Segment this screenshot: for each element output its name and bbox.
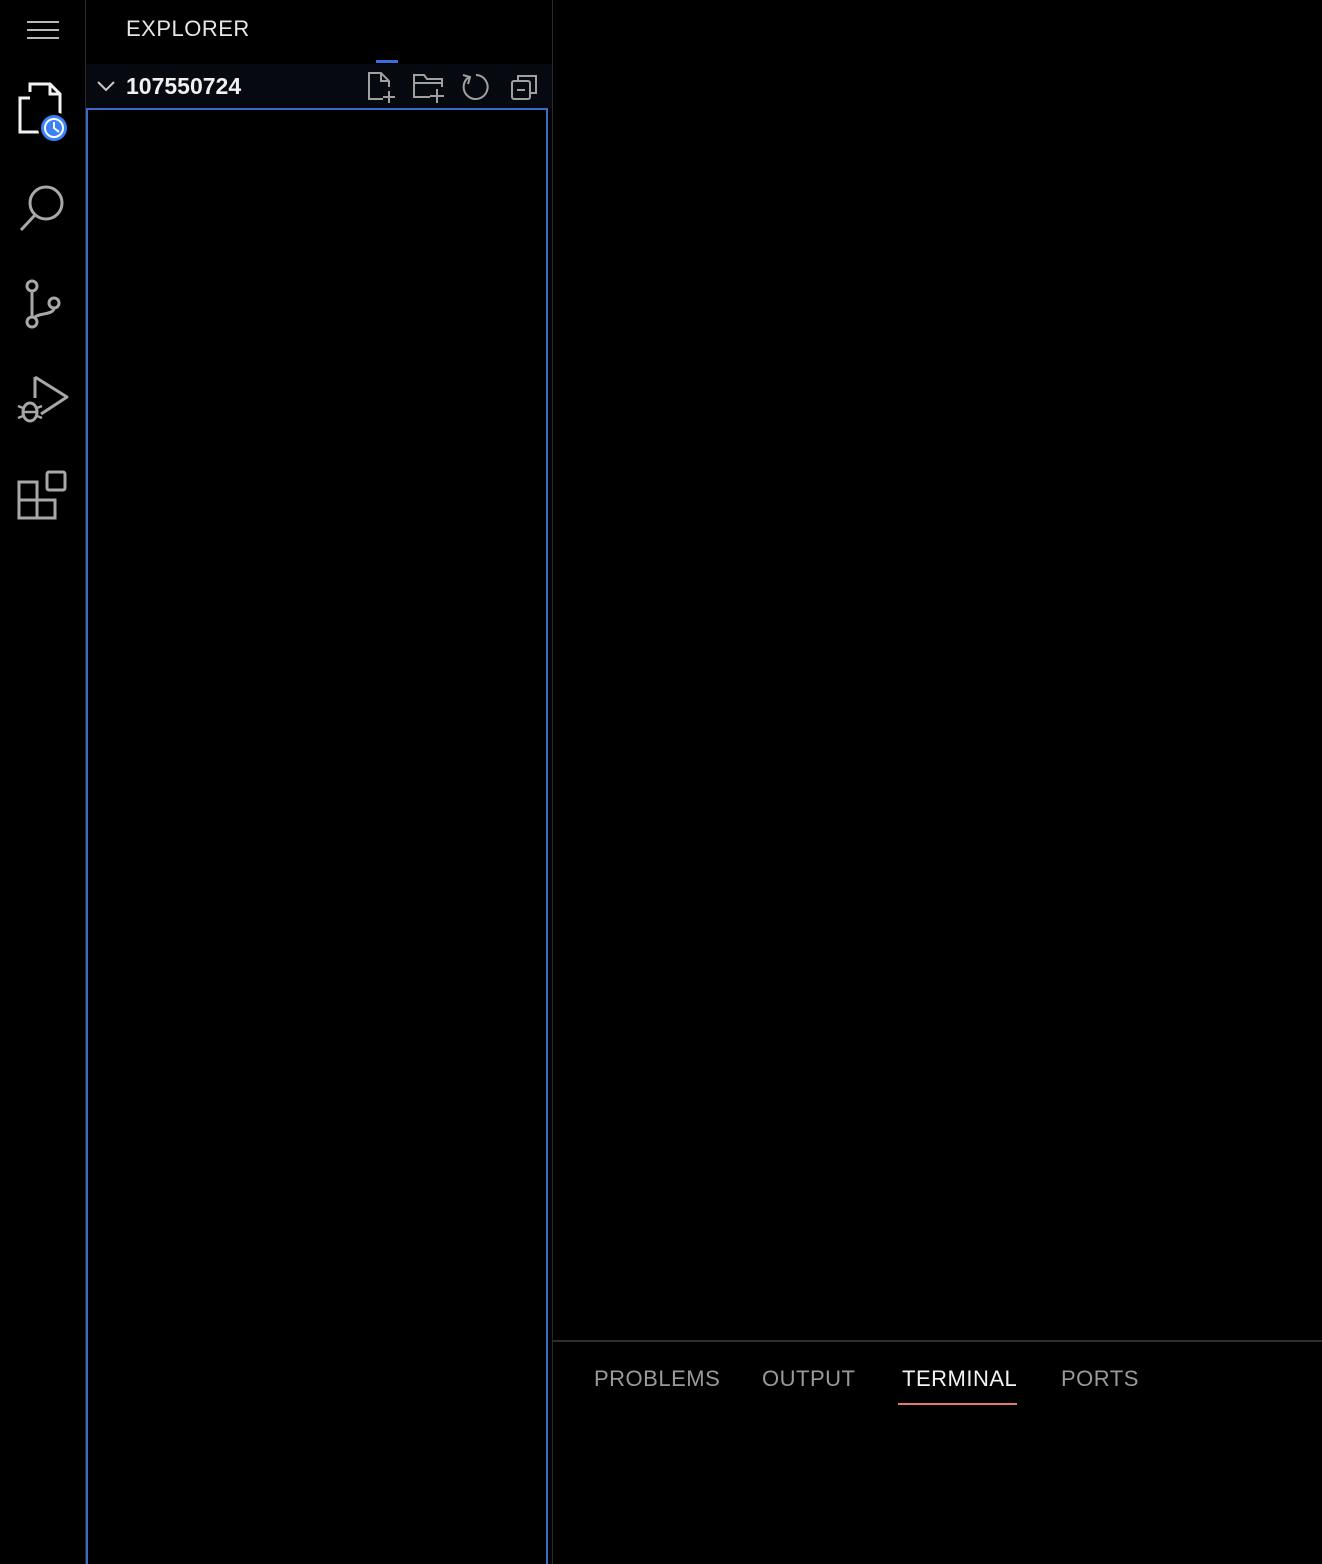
run-debug-icon <box>17 375 68 423</box>
tab-output[interactable]: OUTPUT <box>762 1366 855 1404</box>
active-tab-indicator <box>898 1403 1017 1405</box>
menu-button[interactable] <box>0 0 85 60</box>
folder-section-header[interactable]: 107550724 <box>86 64 552 108</box>
tab-ports[interactable]: PORTS <box>1061 1366 1139 1404</box>
tab-terminal[interactable]: TERMINAL <box>902 1366 1017 1404</box>
sidebar-title: EXPLORER <box>126 16 250 41</box>
refresh-icon <box>462 74 489 100</box>
chevron-down-icon[interactable] <box>96 76 116 96</box>
new-file-button[interactable] <box>364 70 398 104</box>
search-icon <box>19 185 63 232</box>
new-file-icon <box>368 72 395 103</box>
activity-source-control[interactable] <box>0 264 85 344</box>
file-tree[interactable] <box>86 108 548 1564</box>
extensions-icon <box>17 470 66 520</box>
bottom-panel: PROBLEMS OUTPUT TERMINAL PORTS <box>553 1340 1322 1564</box>
collapse-all-button[interactable] <box>507 70 541 104</box>
new-folder-button[interactable] <box>411 70 445 104</box>
activity-bar <box>0 0 86 1564</box>
refresh-button[interactable] <box>459 70 493 104</box>
editor-area[interactable] <box>553 0 1322 1340</box>
hamburger-menu-icon <box>26 21 59 39</box>
activity-extensions[interactable] <box>0 456 85 536</box>
clock-icon <box>41 115 67 141</box>
activity-run-debug[interactable] <box>0 360 85 440</box>
tab-problems[interactable]: PROBLEMS <box>594 1366 720 1404</box>
explorer-badge <box>38 112 70 144</box>
vscode-window: EXPLORER 107550724 PROBLEMS OUTPUT TERMI… <box>0 0 1322 1564</box>
new-folder-icon <box>413 74 444 103</box>
progress-indicator <box>376 60 398 63</box>
source-control-icon <box>25 279 60 329</box>
workspace-folder-name[interactable]: 107550724 <box>126 73 241 100</box>
activity-search[interactable] <box>0 168 85 248</box>
collapse-all-icon <box>511 75 537 100</box>
explorer-sidebar: EXPLORER 107550724 <box>86 0 553 1564</box>
